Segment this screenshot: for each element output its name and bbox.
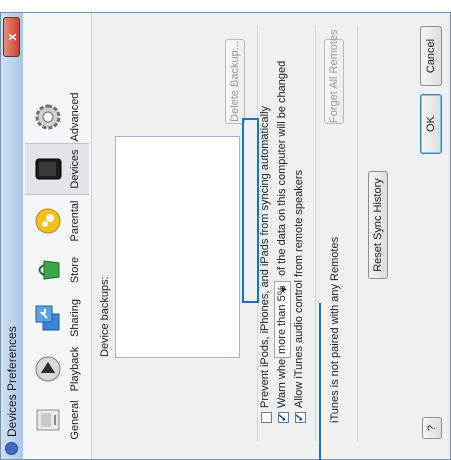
warn-threshold-select[interactable]: more than 5% ▼ — [274, 281, 291, 358]
device-backups-list[interactable] — [115, 136, 240, 358]
prevent-sync-label: Prevent iPods, iPhones, and iPads from s… — [259, 105, 271, 408]
advanced-icon — [35, 104, 61, 130]
device-backups-label: Device backups: — [99, 276, 111, 357]
itunes-app-icon — [5, 442, 18, 455]
delete-backup-button[interactable]: Delete Backup... — [225, 39, 245, 124]
warn-suffix-label: of the data on this computer will be cha… — [276, 60, 288, 276]
tab-store[interactable]: Store — [25, 247, 89, 293]
sharing-icon — [35, 305, 60, 331]
tab-advanced-label: Advanced — [69, 92, 81, 142]
parental-icon — [35, 208, 61, 234]
devices-preferences-window: Devices Preferences x General Playback S… — [0, 12, 451, 460]
cancel-button[interactable]: Cancel — [420, 26, 442, 86]
forget-all-remotes-button[interactable]: Forget All Remotes — [324, 29, 344, 124]
tab-parental-label: Parental — [69, 200, 81, 242]
allow-audio-label: Allow iTunes audio control from remote s… — [293, 169, 305, 408]
tab-playback-label: Playback — [69, 346, 81, 392]
tab-playback[interactable]: Playback — [25, 343, 89, 395]
tab-advanced[interactable]: Advanced — [25, 89, 89, 145]
playback-icon — [35, 356, 61, 382]
store-icon — [38, 260, 60, 280]
general-icon — [36, 409, 60, 431]
highlight-callout-box — [242, 118, 259, 303]
devices-icon — [35, 158, 62, 180]
tab-parental[interactable]: Parental — [25, 195, 89, 247]
window-title: Devices Preferences — [5, 326, 19, 437]
separator — [357, 25, 358, 441]
tab-general-label: General — [69, 400, 81, 440]
tab-sharing-label: Sharing — [69, 299, 81, 337]
remotes-status-text: iTunes is not paired with any Remotes — [329, 236, 341, 423]
tab-general[interactable]: General — [25, 395, 89, 445]
tab-sharing[interactable]: Sharing — [25, 293, 89, 343]
tab-devices[interactable]: Devices — [25, 143, 89, 195]
separator — [315, 25, 316, 441]
allow-audio-checkbox[interactable] — [295, 412, 306, 423]
ok-button[interactable]: OK — [420, 94, 442, 154]
close-button[interactable]: x — [3, 17, 20, 57]
title-bar: Devices Preferences x — [1, 13, 24, 459]
help-button[interactable]: ? — [422, 417, 442, 439]
prevent-sync-checkbox[interactable] — [261, 412, 272, 423]
warn-threshold-value: more than 5% — [276, 285, 288, 354]
warn-when-label: Warn when — [276, 352, 288, 408]
warn-when-checkbox[interactable] — [278, 412, 289, 423]
devices-panel: Device backups: Delete Backup... Prevent… — [92, 13, 450, 459]
chevron-down-icon: ▼ — [279, 285, 289, 294]
preferences-toolbar: General Playback Sharing Store Parental … — [23, 13, 92, 459]
tab-store-label: Store — [69, 256, 81, 284]
tab-devices-label: Devices — [69, 149, 81, 189]
reset-sync-history-button[interactable]: Reset Sync History — [368, 171, 388, 279]
